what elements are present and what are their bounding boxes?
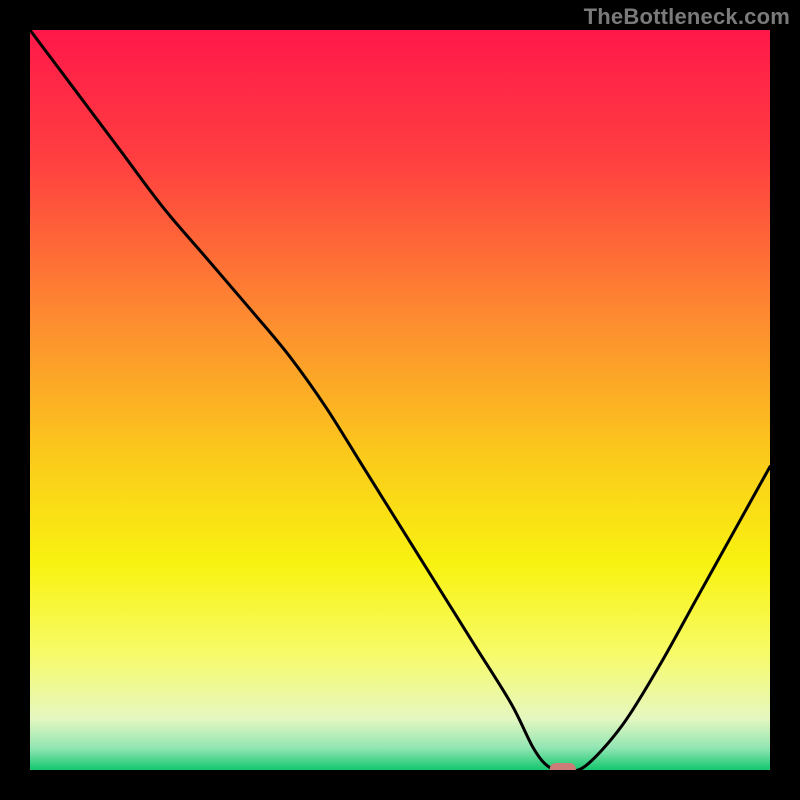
chart-frame: TheBottleneck.com [0,0,800,800]
watermark-text: TheBottleneck.com [584,4,790,30]
chart-background [30,30,770,770]
chart-marker [550,763,576,770]
bottleneck-chart [30,30,770,770]
